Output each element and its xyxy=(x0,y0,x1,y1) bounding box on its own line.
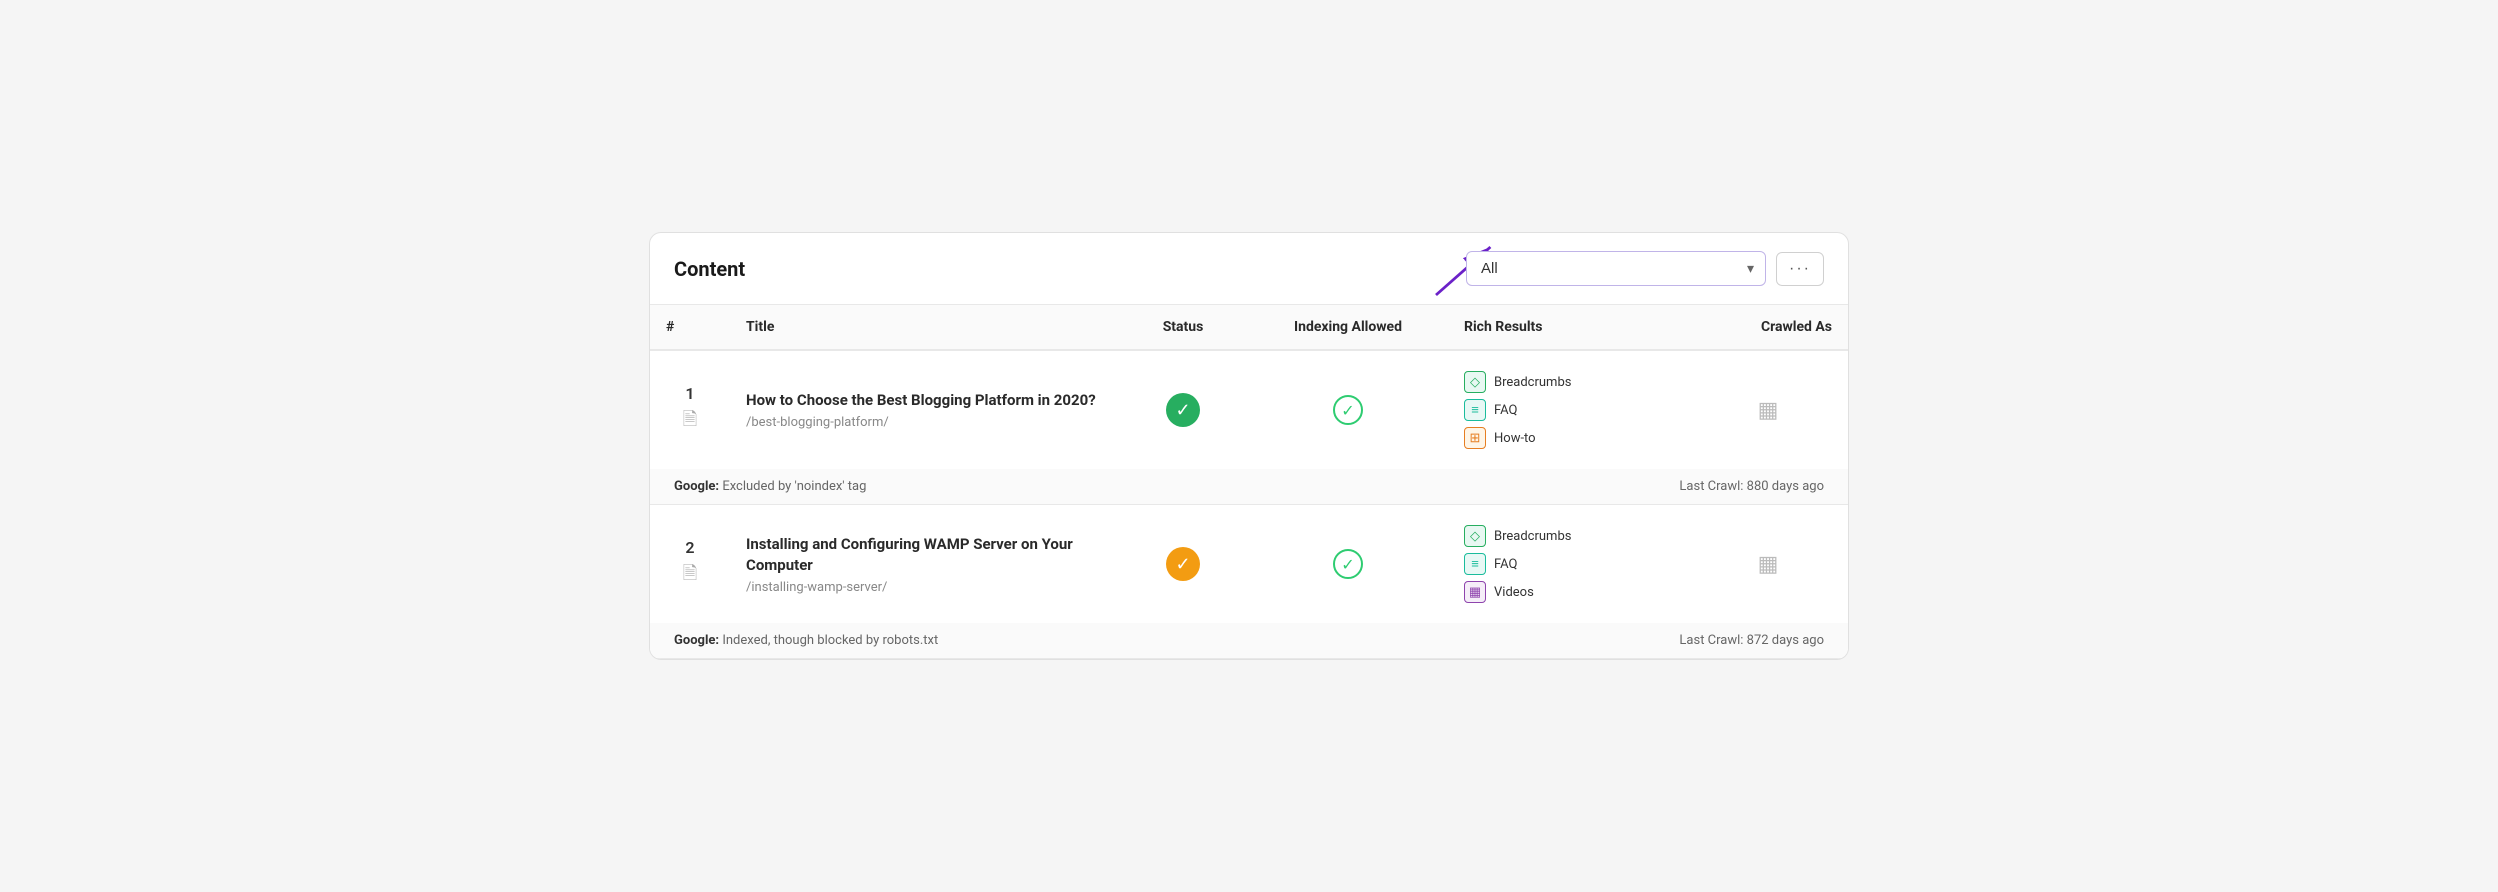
table-row: 1 🗎 How to Choose the Best Blogging Plat… xyxy=(650,351,1848,469)
breadcrumbs-icon-1: ◇ xyxy=(1464,371,1486,393)
row-title-1: How to Choose the Best Blogging Platform… xyxy=(746,390,1102,411)
rich-label-faq-2: FAQ xyxy=(1494,557,1517,572)
document-icon-2: 🗎 xyxy=(666,561,714,591)
indexing-check-icon-2: ✓ xyxy=(1341,555,1354,574)
row-rich-1: ◇ Breadcrumbs ≡ FAQ ⊞ How-to xyxy=(1448,361,1688,459)
row-num-2: 2 🗎 xyxy=(650,528,730,601)
filter-select[interactable]: All Indexed Not Indexed Excluded xyxy=(1466,251,1766,286)
col-header-rich: Rich Results xyxy=(1448,305,1688,349)
rich-label-breadcrumbs-2: Breadcrumbs xyxy=(1494,529,1571,544)
rich-label-howto-1: How-to xyxy=(1494,431,1536,446)
row-footer-2: Google: Indexed, though blocked by robot… xyxy=(650,623,1848,658)
content-card: Content All Indexed Not Indexed Excluded xyxy=(649,232,1849,660)
row-crawled-2: ▦ xyxy=(1688,542,1848,587)
table-row-group-2: 2 🗎 Installing and Configuring WAMP Serv… xyxy=(650,505,1848,659)
rich-item-faq-2: ≡ FAQ xyxy=(1464,553,1672,575)
rich-item-howto-1: ⊞ How-to xyxy=(1464,427,1672,449)
status-check-icon-2: ✓ xyxy=(1175,554,1190,575)
rich-item-videos-2: ▦ Videos xyxy=(1464,581,1672,603)
mobile-icon-2: ▦ xyxy=(1758,552,1779,577)
card-title: Content xyxy=(674,257,745,281)
rich-label-faq-1: FAQ xyxy=(1494,403,1517,418)
col-header-crawled: Crawled As xyxy=(1688,305,1848,349)
row-indexing-2: ✓ xyxy=(1248,539,1448,589)
status-circle-orange-2: ✓ xyxy=(1166,547,1200,581)
row-footer-1: Google: Excluded by 'noindex' tag Last C… xyxy=(650,469,1848,504)
row-status-1: ✓ xyxy=(1118,383,1248,437)
indexing-check-2: ✓ xyxy=(1333,549,1363,579)
faq-icon-2: ≡ xyxy=(1464,553,1486,575)
faq-icon-1: ≡ xyxy=(1464,399,1486,421)
row-title-2: Installing and Configuring WAMP Server o… xyxy=(746,534,1102,576)
videos-icon-2: ▦ xyxy=(1464,581,1486,603)
col-header-num: # xyxy=(650,305,730,349)
rich-label-breadcrumbs-1: Breadcrumbs xyxy=(1494,375,1571,390)
col-header-indexing: Indexing Allowed xyxy=(1248,305,1448,349)
document-icon-1: 🗎 xyxy=(666,407,714,437)
row-title-cell-2: Installing and Configuring WAMP Server o… xyxy=(730,524,1118,605)
row-url-2: /installing-wamp-server/ xyxy=(746,580,1102,595)
col-header-status: Status xyxy=(1118,305,1248,349)
indexing-check-icon-1: ✓ xyxy=(1341,401,1354,420)
table-header: # Title Status Indexing Allowed Rich Res… xyxy=(650,305,1848,351)
rich-item-breadcrumbs-1: ◇ Breadcrumbs xyxy=(1464,371,1672,393)
row-crawled-1: ▦ xyxy=(1688,388,1848,433)
footer-google-2: Google: Indexed, though blocked by robot… xyxy=(674,633,938,648)
card-header: Content All Indexed Not Indexed Excluded xyxy=(650,233,1848,305)
row-url-1: /best-blogging-platform/ xyxy=(746,415,1102,430)
status-circle-green-1: ✓ xyxy=(1166,393,1200,427)
indexing-check-1: ✓ xyxy=(1333,395,1363,425)
header-controls: All Indexed Not Indexed Excluded ▾ ··· xyxy=(1466,251,1824,286)
rich-item-breadcrumbs-2: ◇ Breadcrumbs xyxy=(1464,525,1672,547)
footer-crawl-1: Last Crawl: 880 days ago xyxy=(1679,479,1824,494)
row-indexing-1: ✓ xyxy=(1248,385,1448,435)
table-row-group-1: 1 🗎 How to Choose the Best Blogging Plat… xyxy=(650,351,1848,505)
rich-label-videos-2: Videos xyxy=(1494,585,1534,600)
col-header-title: Title xyxy=(730,305,1118,349)
more-options-button[interactable]: ··· xyxy=(1776,252,1824,286)
status-check-icon-1: ✓ xyxy=(1175,400,1190,421)
row-rich-2: ◇ Breadcrumbs ≡ FAQ ▦ Videos xyxy=(1448,515,1688,613)
howto-icon-1: ⊞ xyxy=(1464,427,1486,449)
row-title-cell-1: How to Choose the Best Blogging Platform… xyxy=(730,380,1118,440)
mobile-icon-1: ▦ xyxy=(1758,398,1779,423)
filter-select-wrapper: All Indexed Not Indexed Excluded ▾ xyxy=(1466,251,1766,286)
rich-item-faq-1: ≡ FAQ xyxy=(1464,399,1672,421)
row-num-1: 1 🗎 xyxy=(650,374,730,447)
footer-google-1: Google: Excluded by 'noindex' tag xyxy=(674,479,866,494)
table-row: 2 🗎 Installing and Configuring WAMP Serv… xyxy=(650,505,1848,623)
footer-crawl-2: Last Crawl: 872 days ago xyxy=(1679,633,1824,648)
row-status-2: ✓ xyxy=(1118,537,1248,591)
breadcrumbs-icon-2: ◇ xyxy=(1464,525,1486,547)
